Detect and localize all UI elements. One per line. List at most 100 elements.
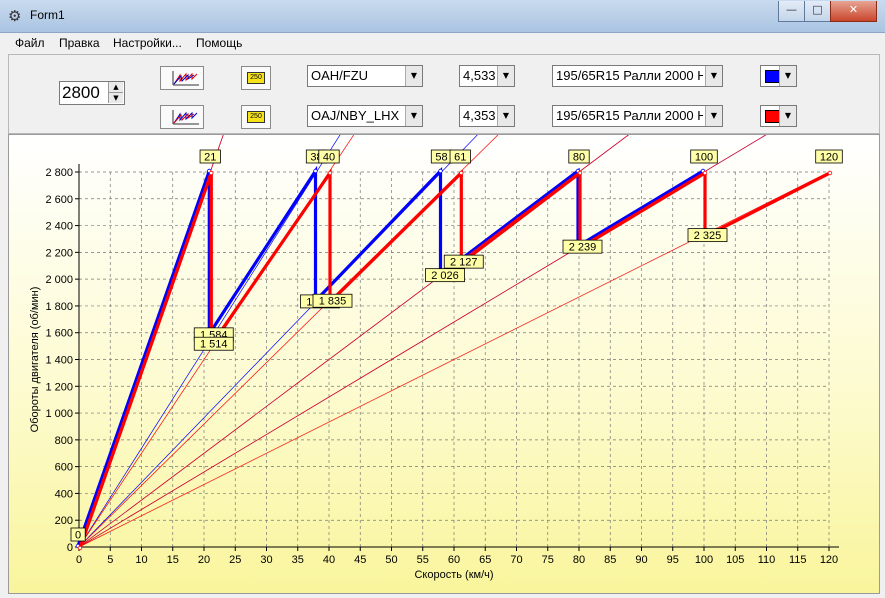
- annotation-label: 80: [573, 152, 585, 164]
- x-tick-label: 85: [604, 554, 616, 566]
- rpm-speed-chart: 0 5 10 15 20 25 30 35 40 45 50 55 60 65 70 75 80 85 90 95 10…: [29, 0, 843, 581]
- gauge-button-2[interactable]: 250: [241, 105, 271, 129]
- y-tick-label: 800: [55, 435, 73, 447]
- x-tick-label: 25: [229, 554, 241, 566]
- title-bar: ⚙ Form1 — □ ✕: [0, 0, 885, 33]
- data-point: [702, 170, 708, 176]
- y-tick-label: 2 400: [45, 221, 73, 233]
- final-drive-select-1[interactable]: 4,533 ▼: [459, 65, 515, 87]
- x-tick-label: 15: [167, 554, 179, 566]
- data-point: [827, 170, 833, 176]
- gear-shift-series: [76, 165, 704, 547]
- graph-button-1[interactable]: [160, 66, 204, 90]
- x-tick-label: 110: [758, 554, 776, 566]
- x-tick-label: 20: [198, 554, 210, 566]
- close-button[interactable]: ✕: [830, 1, 877, 22]
- annotation-label: 2 239: [569, 242, 597, 254]
- graph-button-2[interactable]: [160, 105, 204, 129]
- y-tick-label: 0: [67, 542, 73, 554]
- x-tick-label: 95: [667, 554, 679, 566]
- y-tick-label: 400: [55, 488, 73, 500]
- gauge-button-1[interactable]: 250: [241, 66, 271, 90]
- menu-edit[interactable]: Правка: [59, 36, 100, 50]
- final-drive-select-2[interactable]: 4,353 ▼: [459, 105, 515, 127]
- gearbox-select-2[interactable]: OAJ/NBY_LHX ▼: [307, 105, 423, 127]
- x-tick-label: 55: [417, 554, 429, 566]
- y-tick-label: 1 400: [45, 355, 73, 367]
- annotation-label: 1 835: [319, 296, 347, 308]
- chevron-down-icon[interactable]: ▼: [405, 66, 422, 86]
- gearbox-select-1[interactable]: OAH/FZU ▼: [307, 65, 423, 87]
- tire-select-2[interactable]: 195/65R15 Ралли 2000 Н ▼: [552, 105, 723, 127]
- minimize-button[interactable]: —: [778, 1, 805, 22]
- color-select-1[interactable]: ▼: [760, 65, 797, 87]
- y-tick-label: 200: [55, 515, 73, 527]
- data-point: [209, 170, 214, 176]
- color-swatch-1: [765, 70, 780, 83]
- window-title: Form1: [30, 8, 65, 22]
- chevron-down-icon[interactable]: ▼: [705, 66, 722, 86]
- chevron-down-icon[interactable]: ▼: [497, 106, 514, 126]
- gear-icon[interactable]: ⚙: [8, 8, 24, 24]
- menu-settings[interactable]: Настройки...: [113, 36, 182, 50]
- annotation-label: 100: [695, 152, 713, 164]
- data-point: [459, 170, 464, 176]
- graph-icon: [172, 110, 199, 125]
- tire-select-1[interactable]: 195/65R15 Ралли 2000 Н ▼: [552, 65, 723, 87]
- y-tick-label: 1 800: [45, 301, 73, 313]
- menu-help[interactable]: Помощь: [196, 36, 242, 50]
- rpm-value: 2800: [62, 83, 100, 102]
- color-select-2[interactable]: ▼: [760, 105, 797, 127]
- y-tick-label: 1 000: [45, 408, 73, 420]
- menu-bar: Файл Правка Настройки... Помощь: [0, 33, 885, 53]
- x-tick-label: 115: [789, 554, 807, 566]
- x-tick-label: 50: [385, 554, 397, 566]
- gauge-icon: 250: [247, 72, 265, 84]
- data-point: [313, 168, 318, 174]
- y-tick-label: 1 200: [45, 381, 73, 393]
- settings-panel: 2800 ▲ ▼ 250 OAH/FZU ▼ 4,533 ▼ 195/65R15…: [8, 54, 880, 134]
- annotation-label: 58: [435, 152, 447, 164]
- annotation-label: 61: [454, 152, 466, 164]
- x-tick-label: 10: [135, 554, 147, 566]
- x-tick-label: 45: [354, 554, 366, 566]
- spin-down-button[interactable]: ▼: [108, 92, 123, 103]
- annotation-label: 0: [75, 530, 81, 542]
- y-tick-label: 2 800: [45, 167, 73, 179]
- maximize-button[interactable]: □: [804, 1, 831, 22]
- chevron-down-icon[interactable]: ▼: [405, 106, 422, 126]
- y-tick-label: 2 600: [45, 194, 73, 206]
- x-tick-label: 90: [635, 554, 647, 566]
- x-tick-label: 5: [107, 554, 113, 566]
- annotation-label: 2 026: [431, 270, 459, 282]
- x-tick-label: 65: [479, 554, 491, 566]
- annotation-label: 2 325: [694, 230, 722, 242]
- x-axis-label: Скорость (км/ч): [414, 569, 493, 581]
- chevron-down-icon[interactable]: ▼: [779, 106, 796, 126]
- chevron-down-icon[interactable]: ▼: [779, 66, 796, 86]
- annotation-label: 120: [820, 152, 838, 164]
- x-tick-label: 80: [573, 554, 585, 566]
- x-tick-label: 30: [260, 554, 272, 566]
- annotation-label: 1 514: [200, 339, 228, 351]
- chevron-down-icon[interactable]: ▼: [705, 106, 722, 126]
- spin-up-button[interactable]: ▲: [108, 82, 123, 92]
- x-tick-label: 0: [76, 554, 82, 566]
- color-swatch-2: [765, 110, 780, 123]
- x-tick-label: 105: [726, 554, 744, 566]
- y-axis-label: Обороты двигателя (об/мин): [29, 287, 41, 433]
- y-tick-label: 2 000: [45, 274, 73, 286]
- data-point: [77, 545, 83, 551]
- data-point: [438, 168, 443, 174]
- x-tick-label: 60: [448, 554, 460, 566]
- x-tick-label: 35: [292, 554, 304, 566]
- x-tick-label: 120: [820, 554, 838, 566]
- menu-file[interactable]: Файл: [15, 36, 45, 50]
- rpm-spinner[interactable]: 2800 ▲ ▼: [59, 81, 125, 105]
- data-point: [327, 170, 333, 176]
- chevron-down-icon[interactable]: ▼: [497, 66, 514, 86]
- chart-panel: 0 5 10 15 20 25 30 35 40 45 50 55 60 65 70 75 80 85 90 95 10…: [8, 0, 880, 594]
- x-tick-label: 70: [510, 554, 522, 566]
- y-tick-label: 2 200: [45, 247, 73, 259]
- graph-icon: [172, 71, 199, 86]
